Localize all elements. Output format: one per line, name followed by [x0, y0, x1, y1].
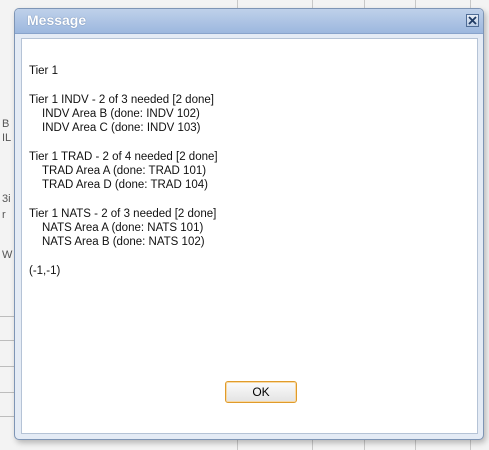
requirement-item: INDV Area B (done: INDV 102) — [42, 108, 200, 120]
ok-button[interactable]: OK — [225, 381, 297, 403]
requirement-item: NATS Area A (done: NATS 101) — [42, 222, 204, 234]
grid-line — [0, 392, 14, 393]
background-text: r — [2, 209, 6, 221]
background-text: 3i — [2, 193, 11, 205]
background-text: IL — [2, 132, 12, 144]
message-text: Tier 1 Tier 1 INDV - 2 of 3 needed [2 do… — [29, 64, 218, 278]
grid-line — [0, 366, 14, 367]
background-text: B — [2, 118, 10, 130]
requirement-heading: Tier 1 TRAD - 2 of 4 needed [2 done] — [29, 151, 218, 163]
grid-line — [0, 316, 14, 317]
requirement-heading: Tier 1 NATS - 2 of 3 needed [2 done] — [29, 208, 217, 220]
close-icon — [468, 16, 477, 25]
tier-heading: Tier 1 — [29, 65, 58, 77]
dialog-title: Message — [27, 12, 87, 28]
background-text: W — [2, 249, 13, 261]
requirement-item: INDV Area C (done: INDV 103) — [42, 122, 201, 134]
close-button[interactable] — [466, 14, 479, 27]
requirement-item: NATS Area B (done: NATS 102) — [42, 236, 205, 248]
dialog-body: Tier 1 Tier 1 INDV - 2 of 3 needed [2 do… — [21, 38, 478, 434]
message-dialog: Message Tier 1 Tier 1 INDV - 2 of 3 need… — [14, 8, 484, 440]
status-code: (-1,-1) — [29, 265, 61, 277]
dialog-titlebar[interactable]: Message — [15, 9, 483, 34]
grid-line — [0, 416, 14, 417]
requirement-item: TRAD Area A (done: TRAD 101) — [42, 165, 207, 177]
requirement-item: TRAD Area D (done: TRAD 104) — [42, 179, 208, 191]
requirement-heading: Tier 1 INDV - 2 of 3 needed [2 done] — [29, 94, 214, 106]
grid-line — [0, 340, 14, 341]
